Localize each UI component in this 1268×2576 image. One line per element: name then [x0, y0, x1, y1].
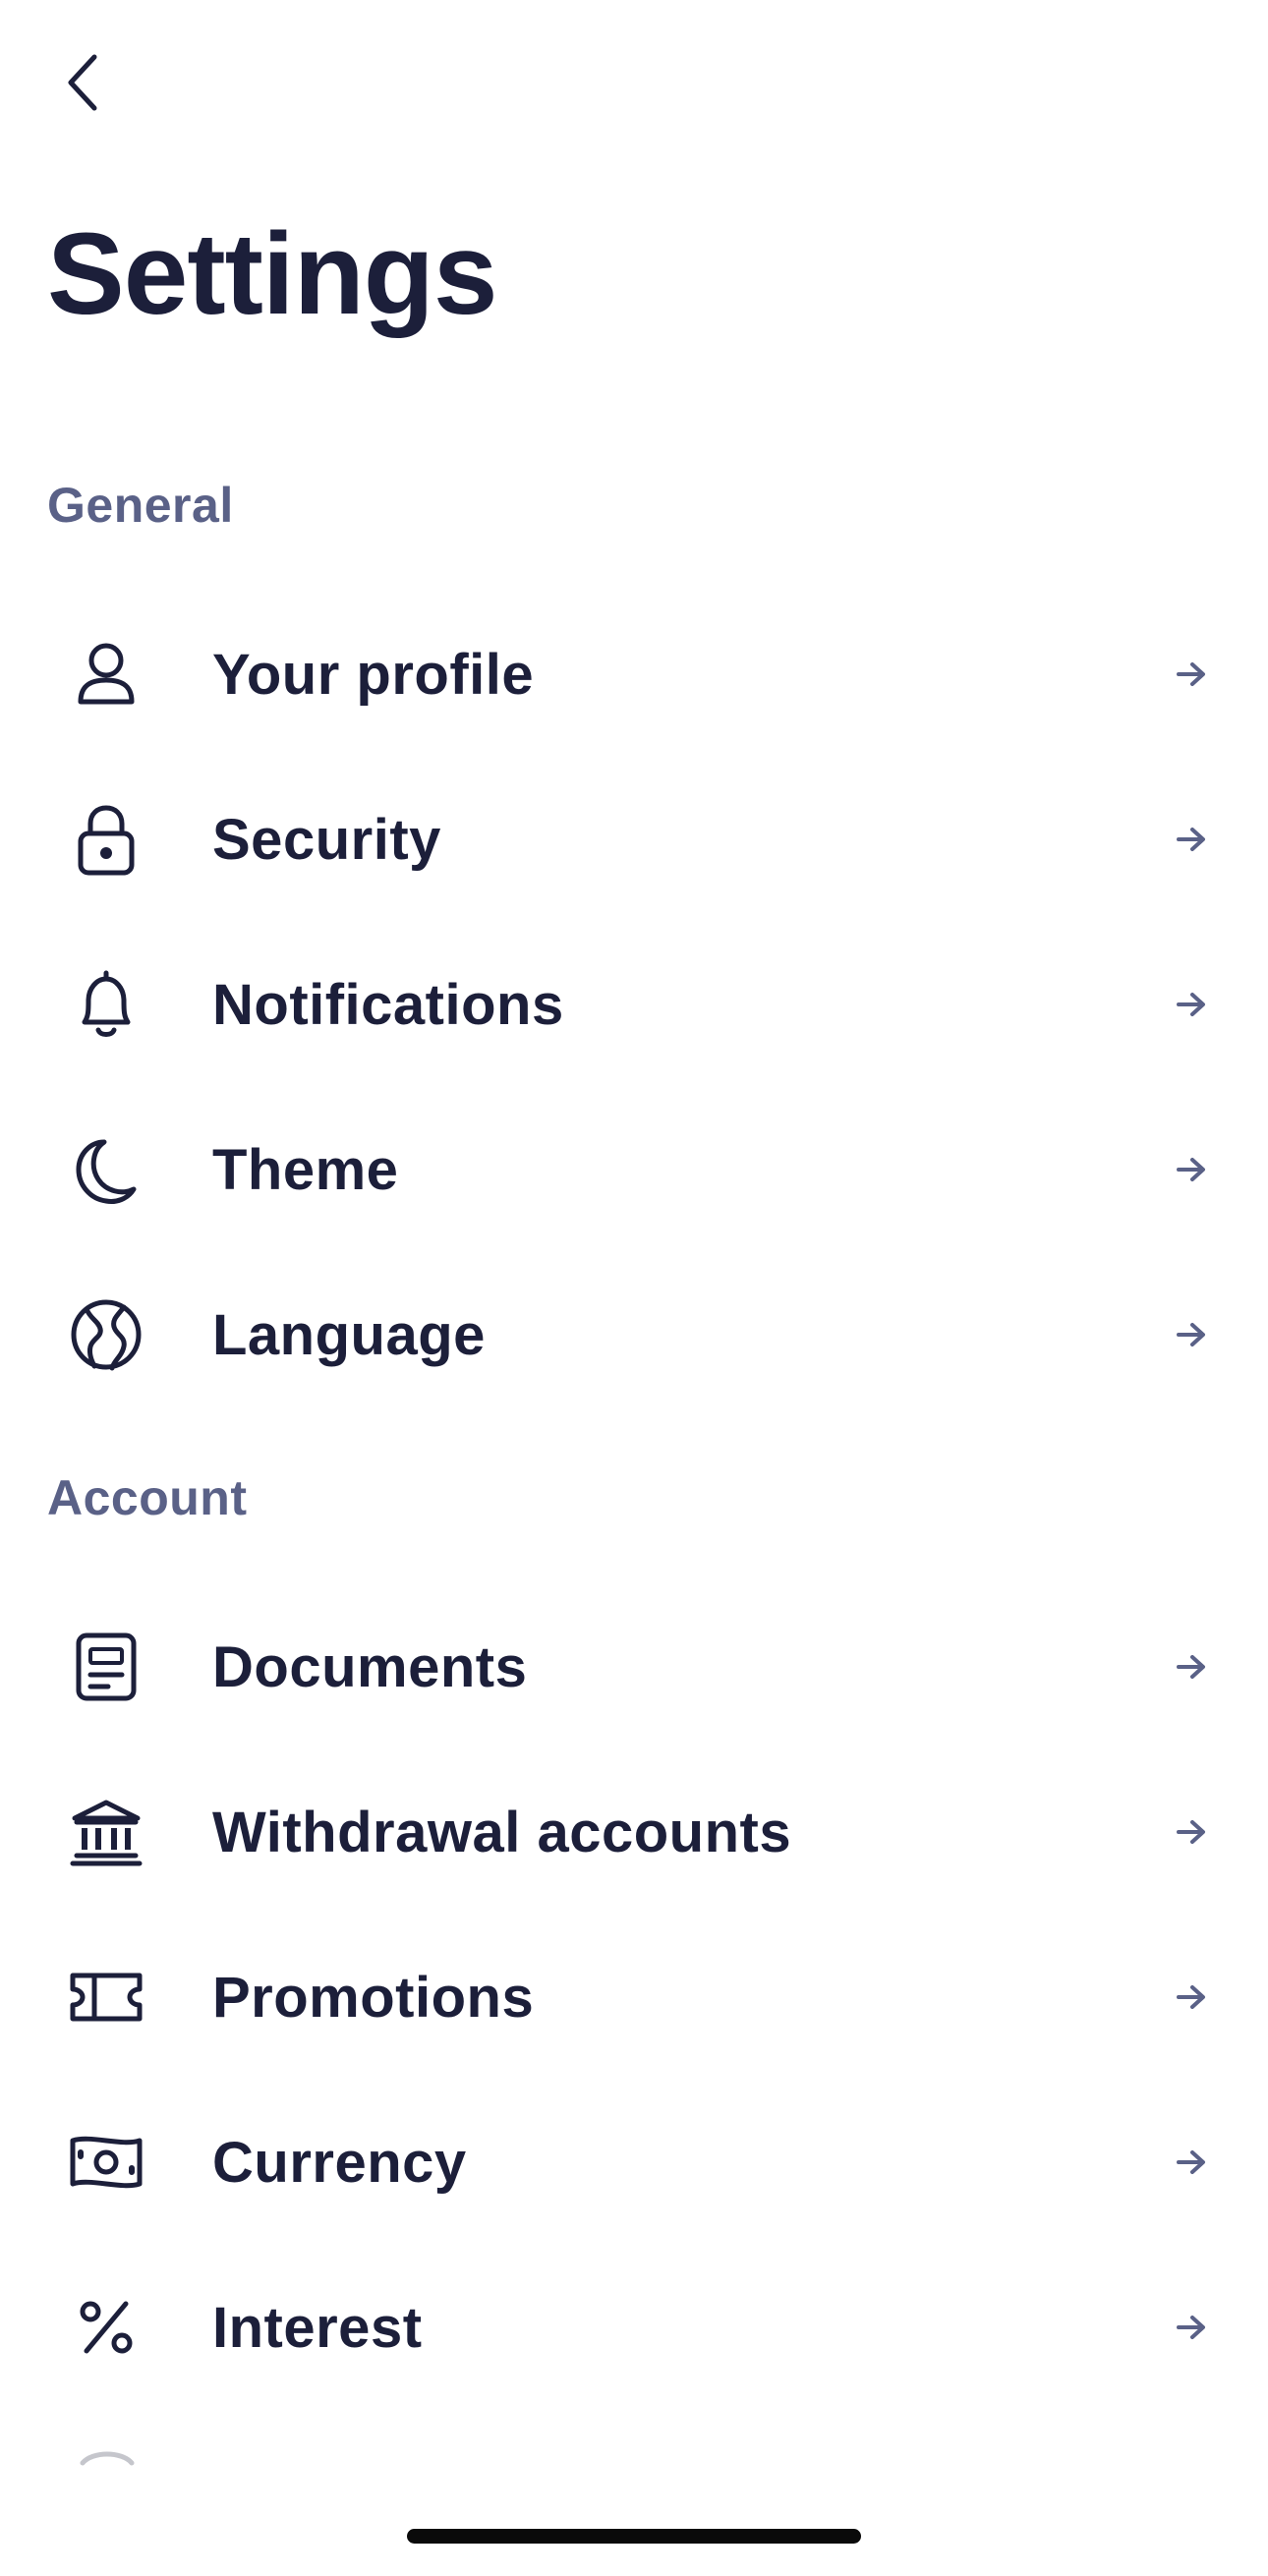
settings-item-security[interactable]: Security — [0, 757, 1268, 922]
page-title: Settings — [47, 209, 497, 339]
settings-item-label: Language — [212, 1302, 486, 1367]
arrow-right-icon — [1172, 1315, 1211, 1354]
globe-icon — [61, 1289, 151, 1380]
settings-item-withdrawal-accounts[interactable]: Withdrawal accounts — [0, 1749, 1268, 1915]
arrow-right-icon — [1172, 1647, 1211, 1687]
arrow-right-icon — [1172, 2143, 1211, 2182]
arrow-right-icon — [1172, 1150, 1211, 1189]
user-icon — [61, 629, 151, 719]
ticket-icon — [61, 1952, 151, 2042]
home-indicator[interactable] — [407, 2529, 861, 2544]
settings-item-label: Security — [212, 807, 441, 872]
partially-hidden-row — [0, 2437, 1268, 2506]
settings-item-promotions[interactable]: Promotions — [0, 1915, 1268, 2080]
settings-item-documents[interactable]: Documents — [0, 1584, 1268, 1749]
settings-item-label: Promotions — [212, 1965, 535, 2030]
settings-item-label: Theme — [212, 1137, 399, 1202]
arrow-right-icon — [1172, 1977, 1211, 2017]
settings-item-interest[interactable]: Interest — [0, 2245, 1268, 2410]
settings-item-language[interactable]: Language — [0, 1252, 1268, 1417]
percent-icon — [61, 2282, 151, 2373]
bank-icon — [61, 1787, 151, 1877]
settings-item-notifications[interactable]: Notifications — [0, 922, 1268, 1087]
section-label-general: General — [47, 478, 234, 533]
settings-item-label: Notifications — [212, 972, 564, 1037]
settings-item-theme[interactable]: Theme — [0, 1087, 1268, 1252]
settings-item-label: Your profile — [212, 642, 535, 707]
chevron-left-icon — [63, 51, 102, 114]
section-label-account: Account — [47, 1470, 248, 1525]
settings-item-your-profile[interactable]: Your profile — [0, 592, 1268, 757]
moon-icon — [61, 1124, 151, 1215]
arrow-right-icon — [1172, 655, 1211, 694]
settings-item-label: Currency — [212, 2130, 467, 2195]
document-icon — [61, 1622, 151, 1712]
lock-icon — [61, 794, 151, 885]
settings-item-currency[interactable]: Currency — [0, 2080, 1268, 2245]
arrow-right-icon — [1172, 2308, 1211, 2347]
arrow-right-icon — [1172, 820, 1211, 859]
arrow-right-icon — [1172, 1812, 1211, 1852]
settings-item-label: Interest — [212, 2295, 423, 2360]
settings-item-label: Withdrawal accounts — [212, 1800, 792, 1864]
bell-icon — [61, 959, 151, 1050]
faded-row-fragment — [80, 2451, 135, 2466]
arrow-right-icon — [1172, 985, 1211, 1024]
back-button[interactable] — [55, 47, 110, 118]
settings-item-label: Documents — [212, 1634, 528, 1699]
banknote-icon — [61, 2117, 151, 2207]
